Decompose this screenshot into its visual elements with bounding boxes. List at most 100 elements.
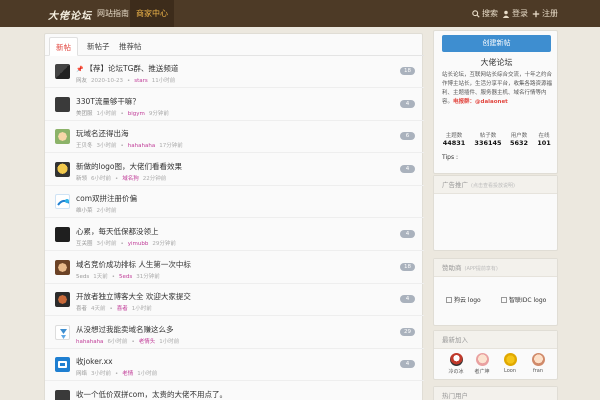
topic-node[interactable]: 王贝冬 [76, 143, 93, 149]
topic-list-panel: 新帖 新帖子 推荐帖 📌 【荐】论坛TG群、推送频道 网友 2020-10-23 • st… [44, 33, 424, 400]
reply-count-badge[interactable]: 4 [400, 295, 415, 304]
member-1[interactable]: 冷の冰 [446, 353, 466, 375]
topic-time: 6小时前 [91, 175, 112, 182]
topic-node[interactable]: 互关圈 [76, 241, 93, 247]
forum-description: 站长论坛，互联网站长综合交流，十年之约合作博主站长，生活分享平台，收集各路资源福… [442, 71, 552, 107]
topic-separator: • [115, 175, 119, 182]
topic-node[interactable]: hahahaha [76, 339, 103, 345]
login-link[interactable]: 登录 [502, 0, 528, 27]
topic-node[interactable]: 美团服 [76, 111, 93, 117]
member-avatar [531, 353, 545, 366]
hot-users-header: 热门用户 [434, 387, 557, 400]
topic-title-text: com双拼注册价偏 [76, 194, 138, 204]
topic-last-replier[interactable]: hahahaha [128, 143, 155, 149]
tab-new-reviews[interactable]: 新帖 [49, 37, 78, 56]
topic-row[interactable]: 域名竞价成功排标 人生第一次中标 5eds 1天前 • 5eds 31分钟前 18 [45, 252, 424, 284]
topic-title-text: 心累，每天低保都没领上 [76, 227, 159, 236]
reply-count-badge[interactable]: 4 [400, 99, 415, 108]
reply-count-badge[interactable]: 4 [400, 360, 415, 369]
topic-author-avatar[interactable] [55, 227, 70, 242]
topic-separator: • [111, 273, 115, 280]
sponsor-card-header: 赞助商 (APP提前享有) [434, 259, 557, 277]
tab-recommended[interactable]: 推荐帖 [113, 37, 148, 56]
topic-row[interactable]: 从没想过我能卖域名赚这么多 hahahaha 6小时前 • 老情头 1小时前 29 [45, 317, 424, 349]
topic-node[interactable]: 维小菜 [76, 208, 93, 214]
stat-threads: 主题数 44831 [440, 131, 468, 147]
topic-row[interactable]: 收joker.xx 网络 3小时前 • 老情 1小时前 4 [45, 349, 424, 382]
member-2[interactable]: 者广坤 [472, 353, 492, 375]
topic-meta: 互关圈 3小时前 • yimubb 29分钟前 [76, 239, 180, 247]
topic-title-text: 域名竞价成功排标 人生第一次中标 [76, 259, 191, 269]
reply-count-badge[interactable]: 29 [400, 327, 415, 336]
topic-title[interactable]: 330T流量够干嘛？ [76, 96, 140, 107]
topic-title[interactable]: 开放者独立博客大全 欢迎大家提交 [76, 291, 191, 302]
member-name: 冷の冰 [448, 369, 464, 375]
topic-title[interactable]: 收joker.xx [76, 356, 113, 367]
topic-time: 3小时前 [91, 371, 112, 378]
topic-last-time: 22分钟前 [142, 175, 167, 182]
ad-card-subtitle[interactable]: (点击查看投放说明) [471, 183, 515, 189]
sponsor-logo-gouyun[interactable]: 狗云 logo [446, 295, 481, 304]
topic-last-time: 1小时前 [131, 306, 152, 313]
topic-node[interactable]: 5eds [76, 274, 89, 280]
topic-last-replier[interactable]: 5eds [119, 274, 132, 280]
topic-author-avatar[interactable] [55, 357, 70, 373]
nav-merchant-center[interactable]: 商家中心 [130, 0, 174, 27]
topic-row[interactable]: 330T流量够干嘛？ 美团服 1小时前 • bigym 9分钟前 4 [45, 89, 424, 121]
topic-title[interactable]: 收一个低价双拼com，太贵的大佬不用点了。 [76, 389, 227, 400]
topic-author-avatar[interactable] [55, 390, 70, 400]
topic-separator: • [126, 78, 131, 84]
reply-count-badge[interactable]: 18 [400, 262, 415, 271]
topic-last-replier[interactable]: 喜者 [117, 306, 128, 312]
topic-title[interactable]: 从没想过我能卖域名赚这么多 [76, 324, 174, 335]
telegram-group-text[interactable]: 电报群：@dalaonet [453, 99, 508, 105]
topic-row[interactable]: 玩域名还得出海 王贝冬 3小时前 • hahahaha 17分钟前 6 [45, 121, 424, 154]
reply-count-badge[interactable]: 6 [400, 132, 415, 141]
topic-title[interactable]: 域名竞价成功排标 人生第一次中标 [76, 259, 191, 270]
topic-title[interactable]: 玩域名还得出海 [76, 128, 129, 139]
topic-last-replier[interactable]: 域名狗 [122, 176, 139, 182]
reply-count-badge[interactable]: 18 [400, 67, 415, 75]
topic-last-time: 29分钟前 [152, 241, 176, 247]
topic-last-replier[interactable]: bigym [128, 111, 145, 117]
member-4[interactable]: fran [528, 353, 548, 374]
topic-title[interactable]: 📌 【荐】论坛TG群、推送频道 [76, 63, 178, 74]
topic-author-avatar[interactable] [55, 194, 70, 210]
search-icon [472, 9, 480, 18]
topic-last-replier[interactable]: 老情头 [139, 339, 156, 345]
tab-new-posts[interactable]: 新帖子 [81, 37, 116, 56]
topic-title[interactable]: 新做的logo图，大佬们看看效果 [76, 161, 182, 172]
reply-count-badge[interactable]: 4 [400, 164, 415, 173]
topic-row[interactable]: 收一个低价双拼com，太贵的大佬不用点了。 [45, 382, 424, 400]
topic-row[interactable]: 新做的logo图，大佬们看看效果新领 6小时前 • 域名狗 22分钟前 4 [45, 154, 424, 186]
register-link[interactable]: 注册 [532, 0, 558, 27]
new-post-button[interactable]: 创建新帖 [442, 35, 551, 52]
search-link[interactable]: 搜索 [472, 0, 498, 27]
topic-author-avatar[interactable] [55, 96, 70, 112]
topic-node[interactable]: 网络 [76, 371, 87, 377]
topic-author-avatar[interactable] [55, 259, 70, 275]
topic-row[interactable]: com双拼注册价偏 维小菜 2小时前 [45, 186, 424, 219]
site-logo[interactable]: 大佬论坛 [48, 7, 92, 22]
sponsor-logo-zhilian[interactable]: 智联IDC logo [501, 295, 546, 304]
topic-row[interactable]: 心累，每天低保都没领上互关圈 3小时前 • yimubb 29分钟前 4 [45, 219, 424, 251]
topic-last-replier[interactable]: stars [134, 78, 148, 84]
topic-row[interactable]: 📌 【荐】论坛TG群、推送频道 网友 2020-10-23 • stars 11小时前 18 [45, 56, 424, 88]
nav-site-guide[interactable]: 网站指南 [91, 0, 135, 27]
reply-count-badge[interactable]: 4 [400, 230, 415, 238]
topic-title[interactable]: 心累，每天低保都没领上 [76, 226, 159, 237]
topic-author-avatar[interactable] [55, 129, 70, 145]
recent-members-header: 最新加入 [434, 331, 557, 349]
topic-author-avatar[interactable] [55, 161, 70, 177]
topic-node[interactable]: 喜者 [76, 306, 87, 312]
topic-last-replier[interactable]: 老情 [122, 371, 133, 377]
topic-node[interactable]: 网友 [76, 78, 87, 84]
topic-node[interactable]: 新领 [76, 176, 87, 182]
topic-last-replier[interactable]: yimubb [128, 241, 149, 247]
topic-author-avatar[interactable] [55, 64, 70, 79]
topic-row[interactable]: 开放者独立博客大全 欢迎大家提交 喜者 4天前 • 喜者 1小时前 4 [45, 284, 424, 317]
topic-author-avatar[interactable] [55, 292, 70, 308]
topic-title[interactable]: com双拼注册价偏 [76, 193, 137, 204]
topic-author-avatar[interactable] [55, 324, 70, 340]
member-3[interactable]: Loon [500, 353, 520, 374]
